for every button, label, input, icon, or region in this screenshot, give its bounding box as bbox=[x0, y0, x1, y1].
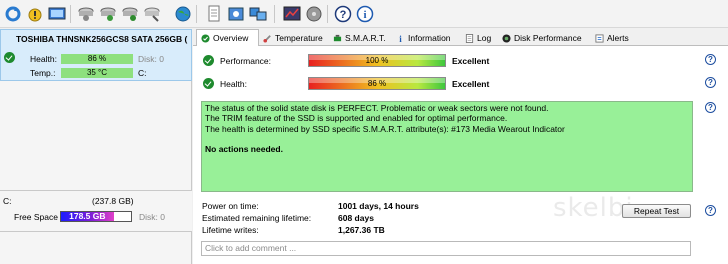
health-help-icon[interactable]: ? bbox=[705, 77, 716, 88]
refresh-icon[interactable] bbox=[3, 4, 23, 24]
svg-text:?: ? bbox=[340, 9, 347, 21]
health-value-main: 86 % bbox=[367, 79, 387, 88]
free-space-fill: 178.5 GB bbox=[61, 212, 114, 221]
repeat-help-icon[interactable]: ? bbox=[705, 205, 716, 216]
document-icon[interactable] bbox=[204, 4, 224, 24]
action-text: No actions needed. bbox=[205, 144, 283, 155]
performance-label: Performance: bbox=[220, 56, 272, 66]
tab-label: Disk Performance bbox=[514, 33, 582, 43]
performance-bar: 100 % bbox=[308, 54, 446, 67]
disk-list-panel: TOSHIBA THNSNK256GCS8 SATA 256GB ( Healt… bbox=[0, 29, 192, 264]
health-label-main: Health: bbox=[220, 79, 247, 89]
alerts-icon bbox=[595, 33, 604, 43]
partition-card[interactable]: C: (237.8 GB) Free Space 178.5 GB Disk: … bbox=[0, 190, 192, 232]
power-on-value: 1001 days, 14 hours bbox=[338, 201, 419, 211]
repeat-test-button[interactable]: Repeat Test bbox=[622, 204, 691, 218]
disk-number: Disk: 0 bbox=[138, 54, 164, 64]
comment-field[interactable]: Click to add comment ... bbox=[201, 241, 691, 256]
svg-text:i: i bbox=[399, 34, 402, 43]
tab-bar: Overview Temperature S.M.A.R.T. i Inform… bbox=[193, 29, 728, 46]
performance-rating: Excellent bbox=[452, 56, 490, 66]
toolbar: ? i bbox=[0, 0, 728, 28]
message-line: The health is determined by SSD specific… bbox=[205, 123, 565, 134]
help-icon[interactable]: ? bbox=[333, 4, 353, 24]
settings-icon[interactable] bbox=[226, 4, 246, 24]
tab-alerts[interactable]: Alerts bbox=[591, 30, 636, 46]
disk-icon[interactable] bbox=[304, 4, 324, 24]
benchmark-icon[interactable] bbox=[282, 4, 302, 24]
disk-power-icon-2[interactable] bbox=[98, 4, 118, 24]
tab-overview[interactable]: Overview bbox=[196, 29, 259, 46]
partition-size: (237.8 GB) bbox=[92, 196, 134, 206]
smart-icon bbox=[333, 34, 342, 41]
tab-information[interactable]: i Information bbox=[392, 30, 461, 46]
partition-name: C: bbox=[3, 196, 12, 206]
remaining-label: Estimated remaining lifetime: bbox=[202, 213, 312, 223]
disk-power-icon[interactable] bbox=[76, 4, 96, 24]
status-message-box: The status of the solid state disk is PE… bbox=[201, 101, 693, 192]
performance-value: 100 % bbox=[365, 56, 389, 65]
free-space-bar: 178.5 GB bbox=[60, 211, 132, 222]
writes-label: Lifetime writes: bbox=[202, 225, 259, 235]
message-help-icon[interactable]: ? bbox=[705, 102, 716, 113]
status-ok-icon bbox=[4, 52, 15, 63]
tab-label: Log bbox=[477, 33, 492, 43]
health-mini-bar: 86 % bbox=[61, 54, 133, 64]
tab-log[interactable]: Log bbox=[461, 30, 498, 46]
info-small-icon: i bbox=[399, 34, 402, 43]
tab-temperature[interactable]: Temperature bbox=[259, 30, 329, 46]
info-icon[interactable]: i bbox=[355, 4, 375, 24]
health-label: Health: bbox=[30, 54, 57, 64]
disk-title: TOSHIBA THNSNK256GCS8 SATA 256GB ( bbox=[16, 34, 188, 44]
tab-smart[interactable]: S.M.A.R.T. bbox=[329, 30, 392, 46]
health-ok-icon bbox=[203, 78, 214, 89]
temp-label: Temp.: bbox=[30, 68, 56, 78]
health-bar: 86 % bbox=[308, 77, 446, 90]
network-icon[interactable] bbox=[248, 4, 268, 24]
svg-text:i: i bbox=[363, 9, 366, 21]
performance-icon bbox=[502, 33, 511, 43]
disk-card-selected[interactable]: TOSHIBA THNSNK256GCS8 SATA 256GB ( Healt… bbox=[0, 29, 192, 81]
tab-label: S.M.A.R.T. bbox=[345, 33, 386, 43]
power-on-label: Power on time: bbox=[202, 201, 259, 211]
tab-disk-performance[interactable]: Disk Performance bbox=[498, 30, 591, 46]
message-line: The TRIM feature of the SSD is supported… bbox=[205, 113, 508, 124]
monitor-icon[interactable] bbox=[47, 4, 67, 24]
log-icon bbox=[465, 33, 474, 43]
disk-tool-icon[interactable] bbox=[142, 4, 162, 24]
performance-help-icon[interactable]: ? bbox=[705, 54, 716, 65]
message-line: The status of the solid state disk is PE… bbox=[205, 103, 549, 113]
tab-label: Alerts bbox=[607, 33, 629, 43]
performance-ok-icon bbox=[203, 55, 214, 66]
tab-label: Temperature bbox=[275, 33, 323, 43]
remaining-value: 608 days bbox=[338, 213, 374, 223]
tab-label: Information bbox=[408, 33, 451, 43]
writes-value: 1,267.36 TB bbox=[338, 225, 385, 235]
warning-icon[interactable] bbox=[25, 4, 45, 24]
free-space-label: Free Space bbox=[14, 212, 58, 222]
partition-disk-number: Disk: 0 bbox=[139, 212, 165, 222]
tab-label: Overview bbox=[213, 33, 249, 43]
thermometer-icon bbox=[263, 34, 271, 43]
disk-settings-icon[interactable] bbox=[120, 4, 140, 24]
check-circle-icon bbox=[201, 33, 210, 43]
temp-mini-bar: 35 °C bbox=[61, 68, 133, 78]
drive-letter: C: bbox=[138, 68, 147, 78]
main-panel: Overview Temperature S.M.A.R.T. i Inform… bbox=[193, 29, 728, 264]
health-rating: Excellent bbox=[452, 79, 490, 89]
globe-icon[interactable] bbox=[173, 4, 193, 24]
